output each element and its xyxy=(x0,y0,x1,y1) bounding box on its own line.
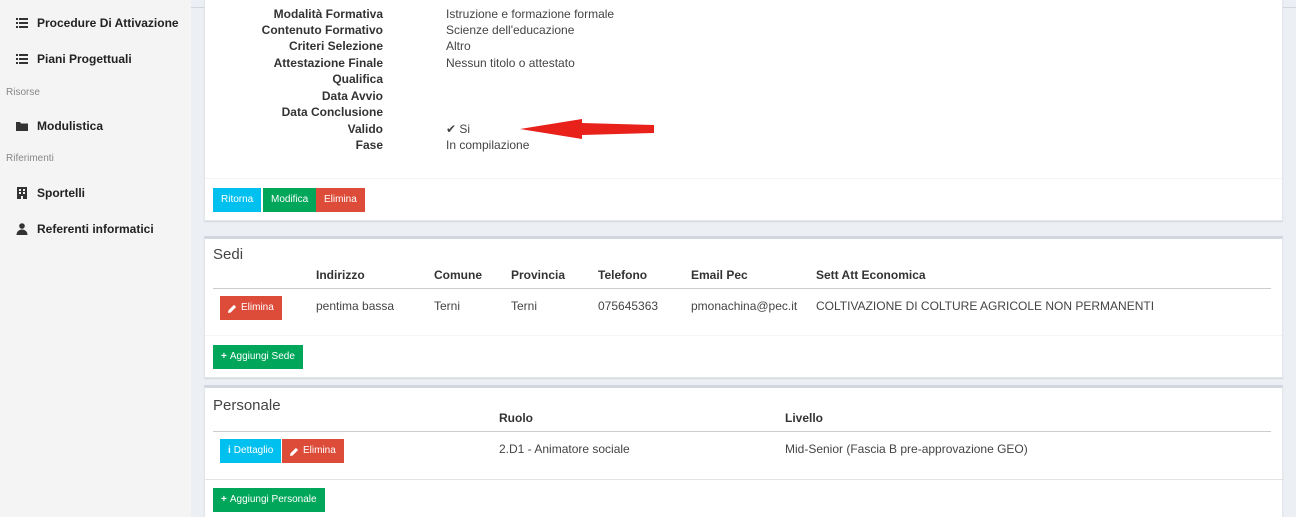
cell-settore: COLTIVAZIONE DI COLTURE AGRICOLE NON PER… xyxy=(816,299,1155,313)
add-sede-button[interactable]: + Aggiungi Sede xyxy=(213,345,303,369)
delete-sede-button[interactable]: Elimina xyxy=(220,296,282,320)
cell-comune: Terni xyxy=(434,299,461,313)
cell-provincia: Terni xyxy=(511,299,538,313)
edit-button[interactable]: Modifica xyxy=(263,188,317,212)
column-header: Indirizzo xyxy=(316,268,365,282)
detail-row: Modalità Formativa Istruzione e formazion… xyxy=(273,7,615,21)
sedi-box: Sedi Indirizzo Comune Provincia Telefono… xyxy=(204,236,1283,378)
detail-row: Data Conclusione xyxy=(281,105,383,119)
main-content: Modalità Formativa Istruzione e formazion… xyxy=(191,0,1296,517)
sidebar-item-referenti-informatici[interactable]: Referenti informatici xyxy=(16,219,154,239)
sidebar-item-modulistica[interactable]: Modulistica xyxy=(16,116,103,136)
delete-personale-button[interactable]: Elimina xyxy=(282,439,344,463)
sedi-title: Sedi xyxy=(213,246,244,263)
cell-livello: Mid-Senior (Fascia B pre-approvazione GE… xyxy=(785,442,1028,456)
sidebar-item-label: Sportelli xyxy=(37,186,86,200)
back-button[interactable]: Ritorna xyxy=(213,188,262,212)
sidebar-item-procedure-attivazione[interactable]: Procedure Di Attivazione xyxy=(16,13,179,33)
plus-icon: + xyxy=(221,494,227,505)
column-header: Ruolo xyxy=(499,411,533,425)
sidebar-header-riferimenti: Riferimenti xyxy=(6,153,54,164)
cell-indirizzo: pentima bassa xyxy=(316,299,395,313)
add-personale-button[interactable]: + Aggiungi Personale xyxy=(213,488,325,512)
column-header: Sett Att Economica xyxy=(816,268,926,282)
sidebar-item-label: Procedure Di Attivazione xyxy=(37,16,179,30)
check-icon: ✔ xyxy=(446,122,457,136)
column-header: Comune xyxy=(434,268,482,282)
annotation-arrow-icon xyxy=(520,119,654,139)
detail-personale-button[interactable]: i Dettaglio xyxy=(220,439,282,463)
table-header-divider xyxy=(213,288,1271,289)
column-header: Livello xyxy=(785,411,824,425)
details-box: Modalità Formativa Istruzione e formazion… xyxy=(204,0,1283,221)
folder-icon xyxy=(16,122,28,131)
sidebar-header-risorse: Risorse xyxy=(6,87,40,98)
sidebar: Procedure Di Attivazione Piani Progettua… xyxy=(0,0,191,517)
column-header: Telefono xyxy=(598,268,648,282)
table-header-divider xyxy=(213,431,1271,432)
detail-row-valido: Valido ✔ Si xyxy=(347,122,471,136)
personale-box: Personale Ruolo Livello i Dettaglio Elim… xyxy=(204,385,1284,517)
list-icon xyxy=(16,18,28,28)
detail-row: Attestazione Finale Nessun titolo o attes… xyxy=(273,56,575,70)
sedi-footer: + Aggiungi Sede xyxy=(205,335,1282,377)
detail-row: Qualifica xyxy=(332,72,383,86)
sidebar-item-label: Referenti informatici xyxy=(37,222,154,236)
detail-row: Fase In compilazione xyxy=(355,138,530,152)
sidebar-item-piani-progettuali[interactable]: Piani Progettuali xyxy=(16,49,132,69)
footer-divider xyxy=(205,479,1284,480)
column-header: Email Pec xyxy=(691,268,748,282)
delete-button[interactable]: Elimina xyxy=(316,188,365,212)
details-footer: Ritorna Modifica Elimina xyxy=(205,178,1282,220)
column-header: Provincia xyxy=(511,268,566,282)
info-icon: i xyxy=(228,445,231,456)
pencil-icon xyxy=(228,304,237,313)
building-icon xyxy=(17,187,27,199)
valid-status: Si xyxy=(459,122,471,136)
user-icon xyxy=(16,223,28,235)
personale-title: Personale xyxy=(213,397,281,414)
detail-row: Data Avvio xyxy=(321,89,383,103)
cell-telefono: 075645363 xyxy=(598,299,659,313)
pencil-icon xyxy=(290,447,299,456)
plus-icon: + xyxy=(221,351,227,362)
cell-email: pmonachina@pec.it xyxy=(691,299,798,313)
cell-ruolo: 2.D1 - Animatore sociale xyxy=(499,442,630,456)
list-icon xyxy=(16,54,28,64)
sidebar-item-sportelli[interactable]: Sportelli xyxy=(16,183,85,203)
sidebar-item-label: Modulistica xyxy=(37,119,104,133)
sidebar-item-label: Piani Progettuali xyxy=(37,52,132,66)
detail-row: Contenuto Formativo Scienze dell'educazio… xyxy=(261,23,575,37)
detail-row: Criteri Selezione Altro xyxy=(288,39,471,53)
